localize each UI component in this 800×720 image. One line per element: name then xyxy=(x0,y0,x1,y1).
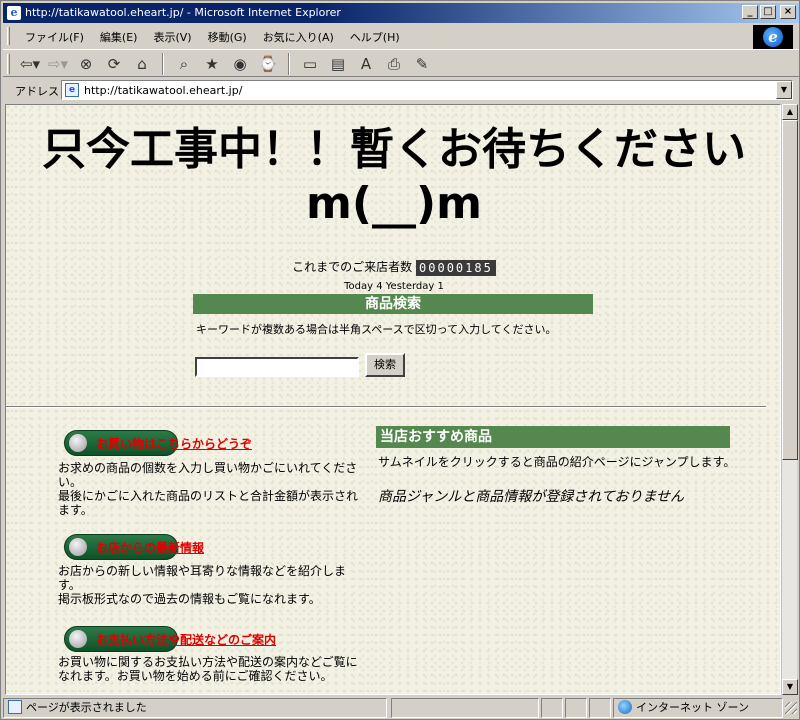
address-bar: アドレス e http://tatikawatool.eheart.jp/ ▼ xyxy=(3,79,799,101)
print-icon[interactable]: ⎙ xyxy=(383,53,405,75)
home-icon[interactable]: ⌂ xyxy=(131,53,153,75)
recommend-header: 当店おすすめ商品 xyxy=(376,426,730,448)
fullscreen-icon[interactable]: ▭ xyxy=(299,53,321,75)
visitor-counter-row: これまでのご来店者数 00000185 xyxy=(6,258,780,276)
today-yesterday: Today 4 Yesterday 1 xyxy=(344,281,444,292)
status-message: ページが表示されました xyxy=(26,701,147,714)
status-pane xyxy=(541,698,563,718)
news-text: お店からの新しい情報や耳寄りな情報などを紹介します。 掲示板形式なので過去の情報も… xyxy=(58,564,347,606)
browser-window: e http://tatikawatool.eheart.jp/ - Micro… xyxy=(0,0,800,720)
resize-grip[interactable] xyxy=(785,702,797,714)
back-icon[interactable]: ⇦▾ xyxy=(19,53,41,75)
status-pane xyxy=(565,698,587,718)
visitor-label: これまでのご来店者数 xyxy=(292,260,413,274)
scroll-thumb[interactable] xyxy=(782,120,798,460)
search-button[interactable]: 検索 xyxy=(365,353,405,377)
close-button[interactable]: × xyxy=(780,5,796,19)
search-icon[interactable]: ⌕ xyxy=(173,53,195,75)
page-icon: e xyxy=(65,83,79,97)
recommend-note: サムネイルをクリックすると商品の紹介ページにジャンプします。 xyxy=(378,455,736,469)
vertical-scrollbar[interactable]: ▲ ▼ xyxy=(781,104,798,695)
address-dropdown-button[interactable]: ▼ xyxy=(776,81,792,99)
status-pane xyxy=(391,698,539,718)
menu-favorites[interactable]: お気に入り(A) xyxy=(255,29,342,45)
history-icon[interactable]: ⌚ xyxy=(257,53,279,75)
ie-logo-icon: e xyxy=(763,27,783,47)
search-note: キーワードが複数ある場合は半角スペースで区切って入力してください。 xyxy=(196,323,557,336)
shopping-link[interactable]: お買い物はこちらからどうぞ xyxy=(96,435,252,452)
toolbar-separator xyxy=(162,53,164,75)
channels-icon[interactable]: ▤ xyxy=(327,53,349,75)
menu-go[interactable]: 移動(G) xyxy=(200,29,255,45)
search-header: 商品検索 xyxy=(193,294,593,314)
divider xyxy=(6,406,766,408)
standard-toolbar: ⇦▾ ⇨▾ ⊗ ⟳ ⌂ ⌕ ★ ◉ ⌚ ▭ ▤ A ⎙ ✎ xyxy=(3,49,799,77)
search-input[interactable] xyxy=(195,357,359,377)
window-title: http://tatikawatool.eheart.jp/ - Microso… xyxy=(25,6,341,19)
menu-edit[interactable]: 編集(E) xyxy=(92,29,146,45)
ie-logo: e xyxy=(753,25,793,49)
toolbar-grip[interactable] xyxy=(7,54,10,74)
title-bar[interactable]: e http://tatikawatool.eheart.jp/ - Micro… xyxy=(3,3,799,23)
page-loaded-icon xyxy=(8,700,22,714)
pill-knob-icon xyxy=(69,538,87,556)
toolbar-grip[interactable] xyxy=(7,27,10,45)
font-icon[interactable]: A xyxy=(355,53,377,75)
zone-label: インターネット ゾーン xyxy=(636,701,749,714)
ie-page-icon: e xyxy=(7,6,21,20)
zone-pane: インターネット ゾーン xyxy=(613,698,783,718)
forward-icon[interactable]: ⇨▾ xyxy=(47,53,69,75)
page-content: 只今工事中！！暫くお待ちください m(__)m これまでのご来店者数 00000… xyxy=(5,104,781,695)
media-icon[interactable]: ◉ xyxy=(229,53,251,75)
address-input[interactable]: e http://tatikawatool.eheart.jp/ ▼ xyxy=(61,80,793,100)
scroll-up-button[interactable]: ▲ xyxy=(782,104,798,120)
status-pane xyxy=(589,698,611,718)
favorites-icon[interactable]: ★ xyxy=(201,53,223,75)
menu-view[interactable]: 表示(V) xyxy=(145,29,199,45)
internet-zone-icon xyxy=(618,700,632,714)
recommend-empty: 商品ジャンルと商品情報が登録されておりません xyxy=(378,489,685,505)
shopping-text: お求めの商品の個数を入力し買い物かごにいれてください。 最後にかごに入れた商品のリ… xyxy=(58,461,359,517)
scroll-down-button[interactable]: ▼ xyxy=(782,679,798,695)
maximize-button[interactable]: □ xyxy=(760,5,776,19)
toolbar-separator xyxy=(288,53,290,75)
news-link[interactable]: お店からの最新情報 xyxy=(96,539,204,556)
status-bar: ページが表示されました インターネット ゾーン xyxy=(3,698,799,718)
stop-icon[interactable]: ⊗ xyxy=(75,53,97,75)
guide-link[interactable]: お支払い方法や配送などのご案内 xyxy=(96,631,276,648)
menu-bar: ファイル(F) 編集(E) 表示(V) 移動(G) お気に入り(A) ヘルプ(H… xyxy=(3,25,753,47)
refresh-icon[interactable]: ⟳ xyxy=(103,53,125,75)
page-headline: 只今工事中！！暫くお待ちください m(__)m xyxy=(42,124,746,229)
pill-knob-icon xyxy=(69,630,87,648)
guide-text: お買い物に関するお支払い方法や配送の案内などご覧になれます。お買い物を始める前に… xyxy=(58,655,358,683)
menu-help[interactable]: ヘルプ(H) xyxy=(342,29,408,45)
address-url[interactable]: http://tatikawatool.eheart.jp/ xyxy=(84,84,242,97)
visitor-count: 00000185 xyxy=(416,259,496,276)
edit-icon[interactable]: ✎ xyxy=(411,53,433,75)
address-label: アドレス xyxy=(15,85,59,98)
menu-file[interactable]: ファイル(F) xyxy=(17,29,92,45)
pill-knob-icon xyxy=(69,434,87,452)
minimize-button[interactable]: _ xyxy=(742,5,758,19)
status-message-pane: ページが表示されました xyxy=(3,698,387,718)
